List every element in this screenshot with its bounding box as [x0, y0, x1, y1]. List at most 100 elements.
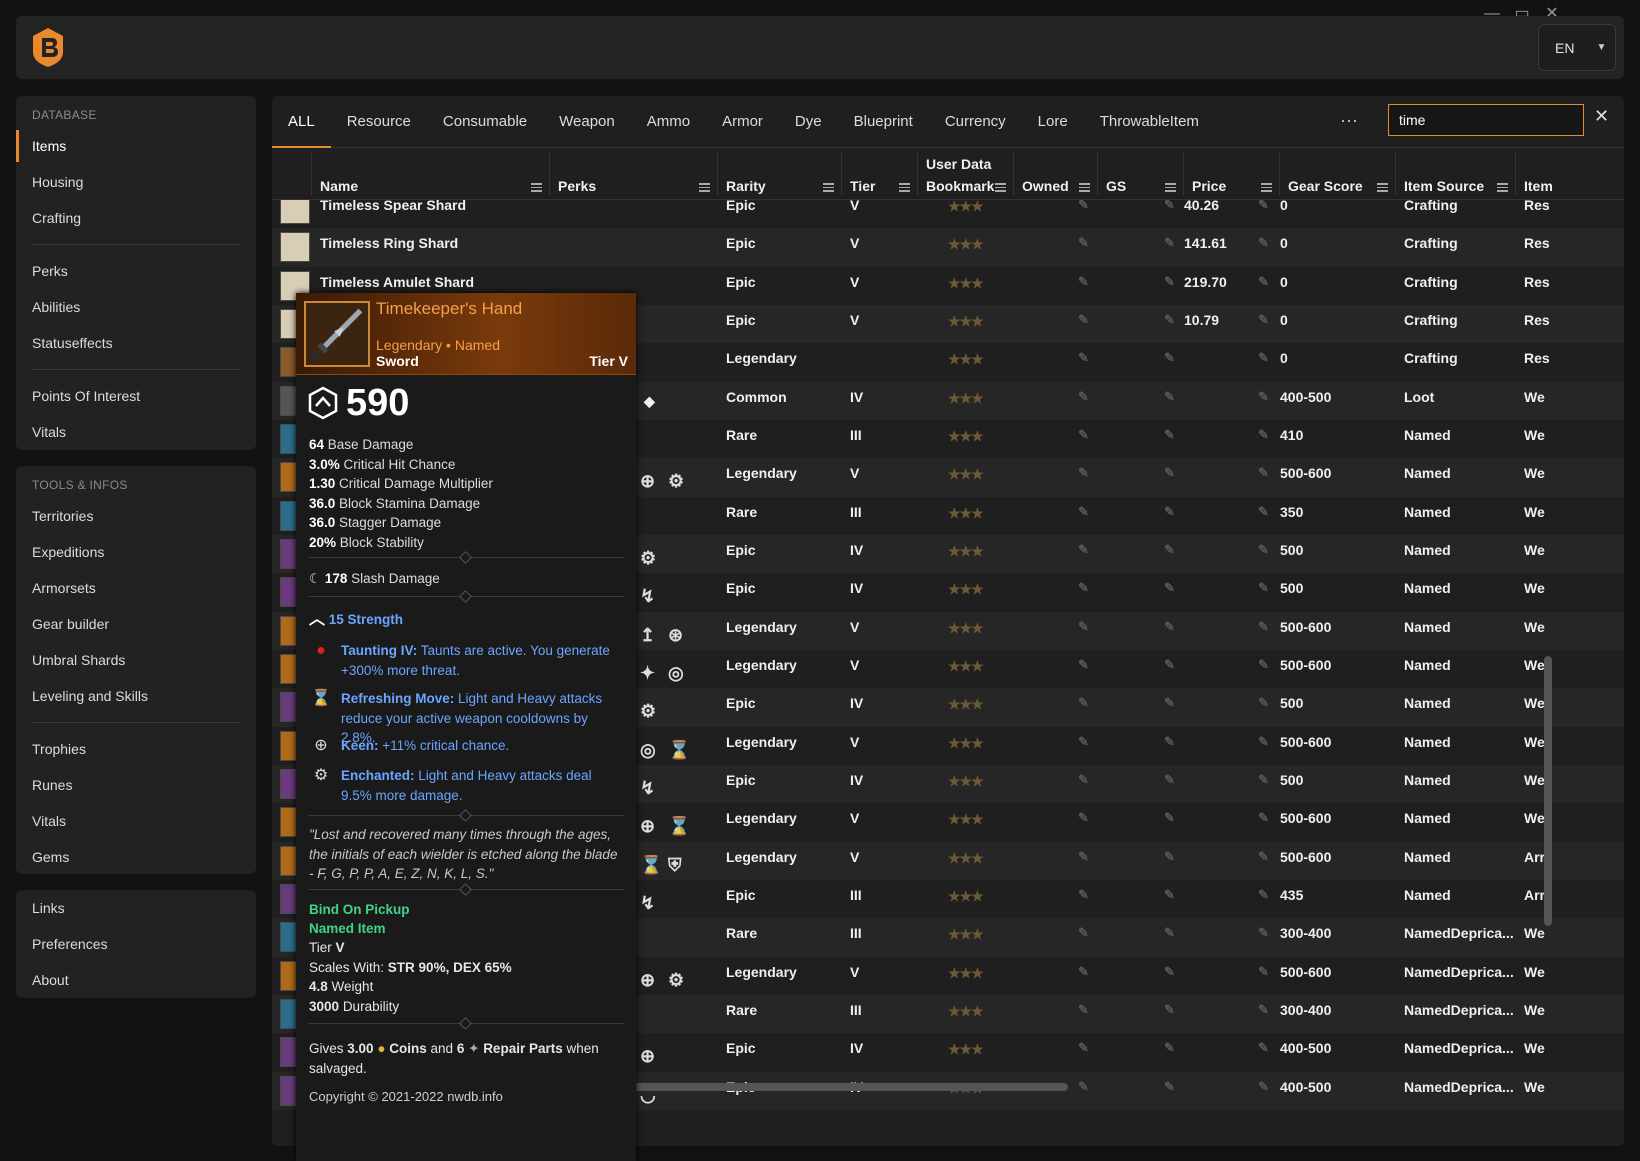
edit-pencil-icon[interactable]: ✎ — [1258, 389, 1269, 405]
edit-pencil-icon[interactable]: ✎ — [1164, 200, 1175, 213]
tab-consumable[interactable]: Consumable — [427, 96, 543, 148]
edit-pencil-icon[interactable]: ✎ — [1164, 887, 1175, 903]
bookmark-stars[interactable]: ★★★ — [948, 428, 984, 445]
edit-pencil-icon[interactable]: ✎ — [1078, 235, 1089, 251]
column-menu-icon[interactable] — [1377, 183, 1388, 192]
sidebar-item-points-of-interest[interactable]: Points Of Interest — [16, 378, 256, 414]
edit-pencil-icon[interactable]: ✎ — [1258, 504, 1269, 520]
edit-pencil-icon[interactable]: ✎ — [1258, 350, 1269, 366]
edit-pencil-icon[interactable]: ✎ — [1258, 1040, 1269, 1056]
bookmark-stars[interactable]: ★★★ — [948, 351, 984, 368]
edit-pencil-icon[interactable]: ✎ — [1258, 427, 1269, 443]
column-name[interactable]: Name — [312, 148, 550, 200]
edit-pencil-icon[interactable]: ✎ — [1078, 1002, 1089, 1018]
edit-pencil-icon[interactable]: ✎ — [1164, 810, 1175, 826]
edit-pencil-icon[interactable]: ✎ — [1258, 964, 1269, 980]
column-menu-icon[interactable] — [1497, 183, 1508, 192]
edit-pencil-icon[interactable]: ✎ — [1258, 887, 1269, 903]
sidebar-item-gear-builder[interactable]: Gear builder — [16, 606, 256, 642]
edit-pencil-icon[interactable]: ✎ — [1258, 200, 1269, 213]
edit-pencil-icon[interactable]: ✎ — [1258, 580, 1269, 596]
column-menu-icon[interactable] — [1079, 183, 1090, 192]
edit-pencil-icon[interactable]: ✎ — [1078, 925, 1089, 941]
edit-pencil-icon[interactable]: ✎ — [1078, 580, 1089, 596]
sidebar-item-perks[interactable]: Perks — [16, 253, 256, 289]
sidebar-item-statuseffects[interactable]: Statuseffects — [16, 325, 256, 361]
edit-pencil-icon[interactable]: ✎ — [1078, 389, 1089, 405]
edit-pencil-icon[interactable]: ✎ — [1258, 849, 1269, 865]
edit-pencil-icon[interactable]: ✎ — [1078, 1040, 1089, 1056]
sidebar-item-trophies[interactable]: Trophies — [16, 731, 256, 767]
bookmark-stars[interactable]: ★★★ — [948, 543, 984, 560]
edit-pencil-icon[interactable]: ✎ — [1078, 964, 1089, 980]
sidebar-item-preferences[interactable]: Preferences — [16, 926, 256, 962]
search-input[interactable] — [1388, 104, 1584, 136]
vertical-scrollbar[interactable] — [1544, 656, 1552, 926]
bookmark-stars[interactable]: ★★★ — [948, 1003, 984, 1020]
bookmark-stars[interactable]: ★★★ — [948, 275, 984, 292]
tab-dye[interactable]: Dye — [779, 96, 838, 148]
table-row[interactable]: Timeless Spear Shard Epic V 40.26 0 Crafting R… — [272, 200, 1624, 228]
tab-armor[interactable]: Armor — [706, 96, 779, 148]
edit-pencil-icon[interactable]: ✎ — [1164, 504, 1175, 520]
edit-pencil-icon[interactable]: ✎ — [1164, 849, 1175, 865]
edit-pencil-icon[interactable]: ✎ — [1258, 235, 1269, 251]
edit-pencil-icon[interactable]: ✎ — [1164, 235, 1175, 251]
edit-pencil-icon[interactable]: ✎ — [1164, 580, 1175, 596]
edit-pencil-icon[interactable]: ✎ — [1164, 389, 1175, 405]
edit-pencil-icon[interactable]: ✎ — [1078, 312, 1089, 328]
edit-pencil-icon[interactable]: ✎ — [1078, 887, 1089, 903]
edit-pencil-icon[interactable]: ✎ — [1164, 312, 1175, 328]
column-menu-icon[interactable] — [899, 183, 910, 192]
bookmark-stars[interactable]: ★★★ — [948, 811, 984, 828]
sidebar-item-crafting[interactable]: Crafting — [16, 200, 256, 236]
bookmark-stars[interactable]: ★★★ — [948, 236, 984, 253]
edit-pencil-icon[interactable]: ✎ — [1164, 1079, 1175, 1095]
nwdb-logo-icon[interactable] — [30, 26, 66, 68]
edit-pencil-icon[interactable]: ✎ — [1164, 734, 1175, 750]
bookmark-stars[interactable]: ★★★ — [948, 735, 984, 752]
edit-pencil-icon[interactable]: ✎ — [1078, 810, 1089, 826]
column-bookmark[interactable]: User Data Bookmark — [918, 148, 1014, 200]
bookmark-stars[interactable]: ★★★ — [948, 1041, 984, 1058]
edit-pencil-icon[interactable]: ✎ — [1258, 657, 1269, 673]
edit-pencil-icon[interactable]: ✎ — [1258, 465, 1269, 481]
sidebar-item-vitals[interactable]: Vitals — [16, 414, 256, 450]
sidebar-item-armorsets[interactable]: Armorsets — [16, 570, 256, 606]
edit-pencil-icon[interactable]: ✎ — [1258, 1002, 1269, 1018]
tab-blueprint[interactable]: Blueprint — [838, 96, 929, 148]
column-item-type[interactable]: Item — [1516, 148, 1624, 200]
clear-search-icon[interactable]: ✕ — [1594, 106, 1609, 127]
column-rarity[interactable]: Rarity — [718, 148, 842, 200]
column-price[interactable]: Price — [1184, 148, 1280, 200]
edit-pencil-icon[interactable]: ✎ — [1164, 1040, 1175, 1056]
edit-pencil-icon[interactable]: ✎ — [1078, 695, 1089, 711]
sidebar-item-expeditions[interactable]: Expeditions — [16, 534, 256, 570]
edit-pencil-icon[interactable]: ✎ — [1078, 849, 1089, 865]
edit-pencil-icon[interactable]: ✎ — [1078, 200, 1089, 213]
bookmark-stars[interactable]: ★★★ — [948, 850, 984, 867]
edit-pencil-icon[interactable]: ✎ — [1164, 274, 1175, 290]
edit-pencil-icon[interactable]: ✎ — [1258, 542, 1269, 558]
edit-pencil-icon[interactable]: ✎ — [1164, 619, 1175, 635]
edit-pencil-icon[interactable]: ✎ — [1164, 465, 1175, 481]
edit-pencil-icon[interactable]: ✎ — [1078, 465, 1089, 481]
tab-resource[interactable]: Resource — [331, 96, 427, 148]
column-menu-icon[interactable] — [823, 183, 834, 192]
column-gs[interactable]: GS — [1098, 148, 1184, 200]
edit-pencil-icon[interactable]: ✎ — [1078, 504, 1089, 520]
edit-pencil-icon[interactable]: ✎ — [1258, 810, 1269, 826]
column-menu-icon[interactable] — [699, 183, 710, 192]
sidebar-item-housing[interactable]: Housing — [16, 164, 256, 200]
tab-throwableitem[interactable]: ThrowableItem — [1084, 96, 1215, 148]
edit-pencil-icon[interactable]: ✎ — [1258, 312, 1269, 328]
edit-pencil-icon[interactable]: ✎ — [1164, 695, 1175, 711]
edit-pencil-icon[interactable]: ✎ — [1164, 427, 1175, 443]
bookmark-stars[interactable]: ★★★ — [948, 773, 984, 790]
edit-pencil-icon[interactable]: ✎ — [1258, 1079, 1269, 1095]
column-menu-icon[interactable] — [1165, 183, 1176, 192]
edit-pencil-icon[interactable]: ✎ — [1078, 427, 1089, 443]
tab-all[interactable]: ALL — [272, 96, 331, 149]
edit-pencil-icon[interactable]: ✎ — [1164, 772, 1175, 788]
bookmark-stars[interactable]: ★★★ — [948, 888, 984, 905]
